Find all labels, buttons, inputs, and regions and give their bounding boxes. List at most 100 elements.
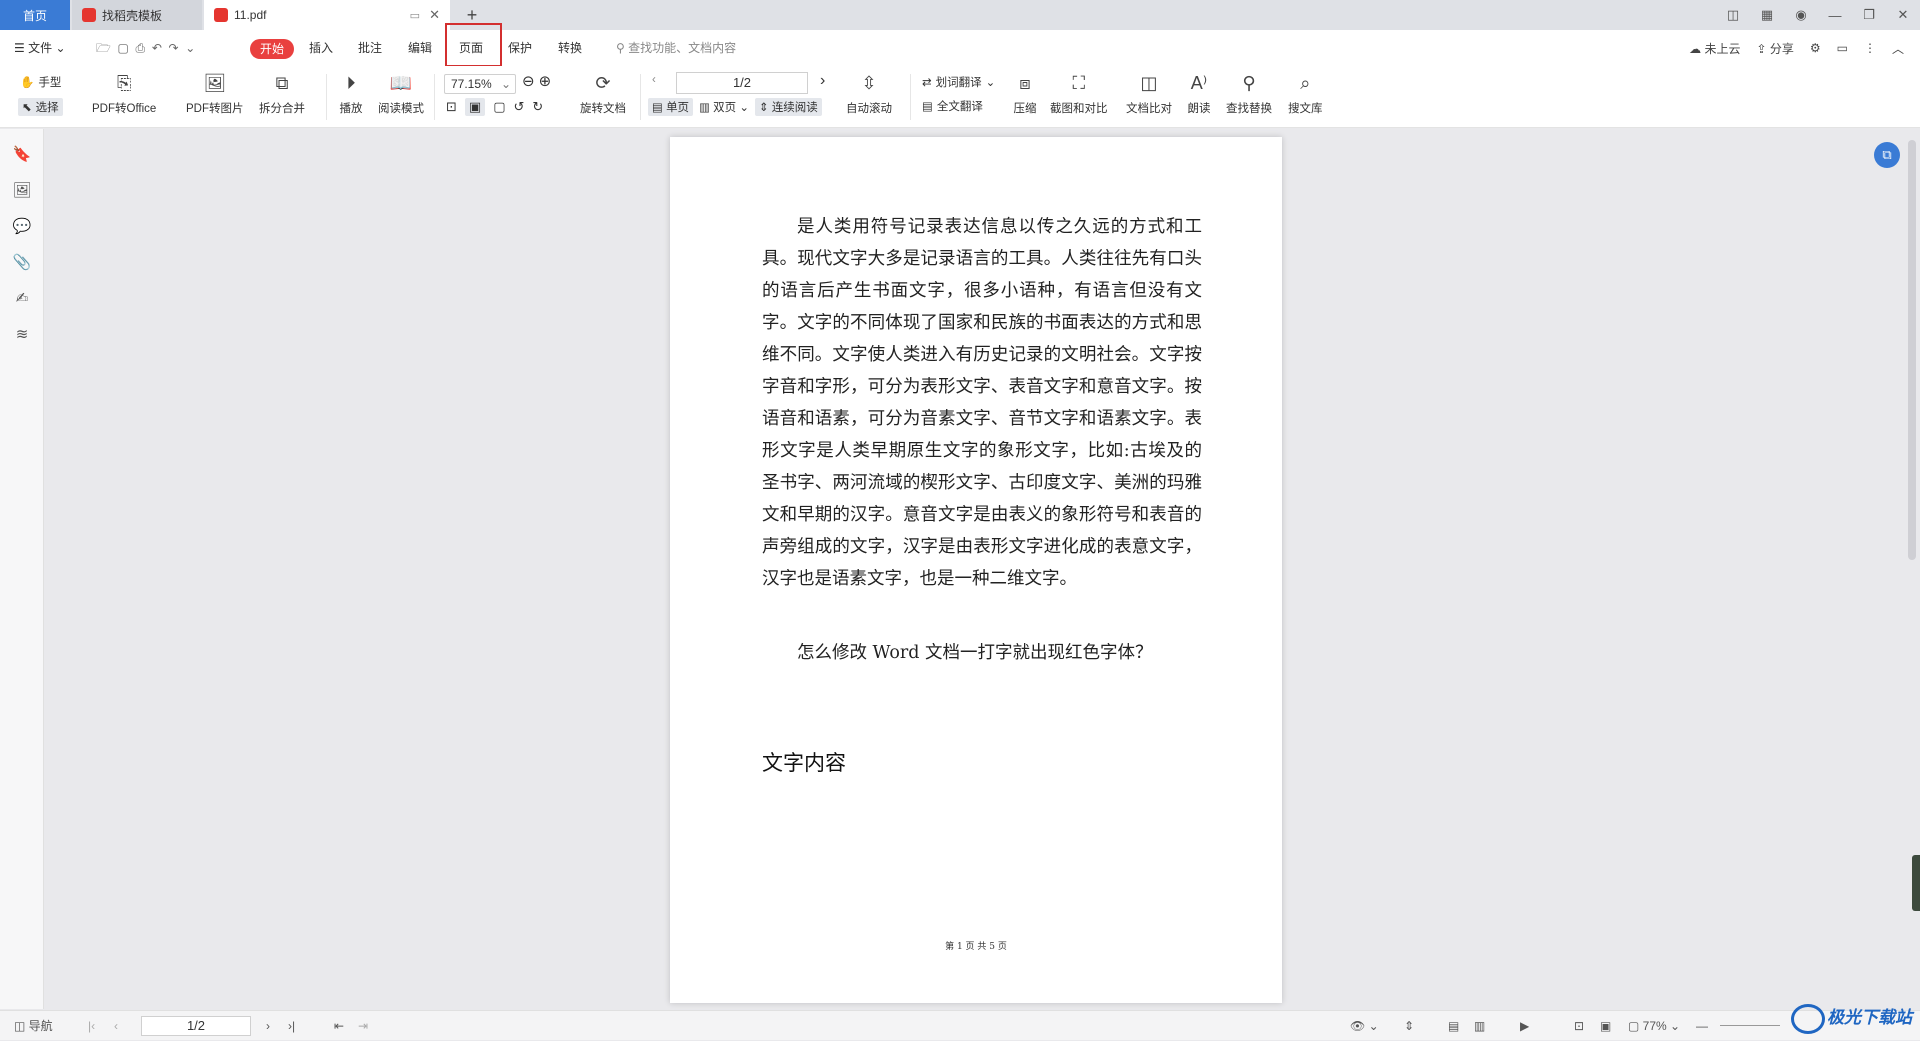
play-status-icon[interactable]: ▶: [1520, 1011, 1529, 1041]
document-paragraph-1: 是人类用符号记录表达信息以传之久远的方式和工具。现代文字大多是记录语言的工具。人…: [762, 211, 1202, 595]
compress-button[interactable]: ⧈压缩: [1012, 70, 1038, 116]
single-page-button[interactable]: ▤ 单页: [648, 98, 693, 116]
settings-icon[interactable]: ⚙: [1810, 41, 1821, 55]
avatar[interactable]: ◉: [1784, 7, 1818, 23]
read-aloud-button[interactable]: A⁾朗读: [1186, 70, 1212, 116]
next-page-icon[interactable]: ›: [820, 72, 825, 90]
full-translate-button[interactable]: ▤全文翻译: [922, 98, 983, 114]
restore-icon[interactable]: ❐: [1852, 7, 1886, 23]
first-page-icon[interactable]: |‹: [88, 1011, 95, 1041]
fit-page-status-icon[interactable]: ▣: [1600, 1011, 1611, 1041]
file-menu[interactable]: ☰ 文件 ⌄: [14, 30, 66, 66]
menu-annotate[interactable]: 批注: [358, 30, 382, 66]
zoom-out-icon[interactable]: ⊖: [522, 72, 535, 90]
vertical-scrollbar[interactable]: [1908, 140, 1916, 560]
pdf-to-image-button[interactable]: 🖼PDF转图片: [186, 70, 244, 116]
single-view-icon[interactable]: ▤: [1448, 1011, 1459, 1041]
layers-icon[interactable]: ≋: [12, 325, 32, 345]
rotate-right-icon[interactable]: ↻: [532, 99, 543, 115]
search-function[interactable]: ⚲ 查找功能、文档内容: [616, 30, 736, 66]
pin-icon[interactable]: ▭: [410, 9, 420, 22]
auto-scroll-icon: ⇳: [856, 70, 882, 96]
read-mode-button[interactable]: 📖阅读模式: [378, 70, 424, 116]
collapse-icon[interactable]: ︿: [1892, 40, 1904, 57]
pdf-to-office-button[interactable]: ⎘PDF转Office: [92, 70, 156, 116]
layout-icon[interactable]: ◫: [1716, 7, 1750, 23]
next-page-status-icon[interactable]: ›: [266, 1011, 270, 1041]
navigation-toggle[interactable]: ◫ 导航: [14, 1011, 53, 1041]
share-button[interactable]: ⇪ 分享: [1756, 40, 1793, 57]
tab-template[interactable]: 找稻壳模板: [72, 0, 202, 30]
doc-compare-button[interactable]: ◫文档比对: [1126, 70, 1172, 116]
status-zoom-value: 77%: [1643, 1019, 1667, 1033]
screenshot-compare-button[interactable]: ⛶截图和对比: [1050, 70, 1108, 116]
prev-page-icon[interactable]: ‹: [652, 74, 656, 86]
comment-panel-icon[interactable]: 💬: [12, 217, 32, 237]
attachment-icon[interactable]: 📎: [12, 253, 32, 273]
bookmark-icon[interactable]: 🔖: [12, 145, 32, 165]
rotate-doc-button[interactable]: ⟳旋转文档: [580, 70, 626, 116]
status-page-value: 1/2: [187, 1018, 205, 1033]
word-translate-label: 划词翻译: [936, 74, 982, 90]
select-tool[interactable]: ⬉选择: [18, 98, 63, 116]
back-icon[interactable]: ⇤: [334, 1011, 344, 1041]
view-tools: ⊡ ▣ ▢ ↺ ↻: [446, 98, 543, 116]
zoom-in-icon[interactable]: ⊕: [539, 72, 552, 90]
prev-page-status-icon[interactable]: ‹: [114, 1011, 118, 1041]
find-replace-button[interactable]: ⚲查找替换: [1226, 70, 1272, 116]
continuous-view-icon[interactable]: ⇕: [1404, 1011, 1414, 1041]
floating-tool-icon[interactable]: ⧉: [1874, 142, 1900, 168]
rotate-left-icon[interactable]: ↺: [514, 99, 525, 115]
side-handle[interactable]: [1912, 855, 1920, 911]
tab-template-label: 找稻壳模板: [102, 7, 162, 24]
page-footer: 第 1 页 共 5 页: [670, 939, 1282, 952]
thumbnail-icon[interactable]: 🖼: [12, 181, 32, 201]
zoom-slider[interactable]: [1720, 1025, 1780, 1026]
auto-scroll-button[interactable]: ⇳自动滚动: [846, 70, 892, 116]
menu-insert[interactable]: 插入: [309, 30, 333, 66]
left-sidebar: 🔖 🖼 💬 📎 ✍ ≋: [0, 129, 44, 1009]
tab-pdf-file[interactable]: 11.pdf ▭ ✕: [204, 0, 450, 30]
close-window-icon[interactable]: ✕: [1886, 7, 1920, 23]
menu-edit[interactable]: 编辑: [408, 30, 432, 66]
eye-protection-icon[interactable]: 👁 ⌄: [1350, 1011, 1379, 1041]
continuous-read-button[interactable]: ⇕ 连续阅读: [755, 98, 822, 116]
status-page-input[interactable]: 1/2: [141, 1016, 251, 1036]
fit-width-status-icon[interactable]: ▢ 77% ⌄: [1628, 1011, 1680, 1041]
play-button[interactable]: ⏵播放: [338, 70, 364, 116]
more-icon[interactable]: ⋮: [1864, 41, 1876, 55]
word-translate-button[interactable]: ⇄划词翻译 ⌄: [922, 74, 995, 90]
comment-icon[interactable]: ▭: [1837, 41, 1848, 55]
grid-icon[interactable]: ▦: [1750, 7, 1784, 23]
right-menu: ☁ 未上云 ⇪ 分享 ⚙ ▭ ⋮ ︿: [1689, 30, 1904, 66]
double-view-icon[interactable]: ▥: [1474, 1011, 1485, 1041]
page-number-input[interactable]: 1/2: [676, 72, 808, 94]
split-merge-button[interactable]: ⧉拆分合并: [259, 70, 305, 116]
quick-access-icons[interactable]: 🗁 ▢ ⎙ ↶ ↷ ⌄: [96, 30, 195, 66]
page-number-value: 1/2: [733, 75, 751, 90]
menu-start[interactable]: 开始: [250, 39, 294, 59]
zoom-select[interactable]: 77.15%⌄: [444, 74, 516, 94]
fit-page-icon[interactable]: ▣: [465, 98, 485, 116]
close-tab-icon[interactable]: ✕: [429, 7, 440, 23]
window-controls: ◫ ▦ ◉ — ❐ ✕: [1716, 0, 1920, 30]
search-library-label: 搜文库: [1288, 100, 1323, 116]
zoom-buttons[interactable]: ⊖⊕: [522, 72, 551, 90]
hand-tool[interactable]: ✋手型: [20, 74, 61, 90]
cloud-button[interactable]: ☁ 未上云: [1689, 40, 1740, 57]
tab-home[interactable]: 首页: [0, 0, 70, 30]
signature-icon[interactable]: ✍: [12, 289, 32, 309]
continuous-read-label: 连续阅读: [772, 102, 818, 114]
forward-icon[interactable]: ⇥: [358, 1011, 368, 1041]
fit-width-icon[interactable]: ▢: [493, 99, 505, 115]
single-page-label: 单页: [666, 102, 689, 114]
double-page-button[interactable]: ▥ 双页 ⌄: [699, 99, 749, 115]
last-page-icon[interactable]: ›|: [288, 1011, 295, 1041]
menu-convert[interactable]: 转换: [558, 30, 582, 66]
actual-size-status-icon[interactable]: ⊡: [1574, 1011, 1584, 1041]
actual-size-icon[interactable]: ⊡: [446, 99, 457, 115]
minimize-icon[interactable]: —: [1818, 8, 1852, 23]
zoom-out-status-icon[interactable]: —: [1696, 1011, 1708, 1041]
menu-protect[interactable]: 保护: [508, 30, 532, 66]
search-library-button[interactable]: ⌕搜文库: [1288, 70, 1323, 116]
